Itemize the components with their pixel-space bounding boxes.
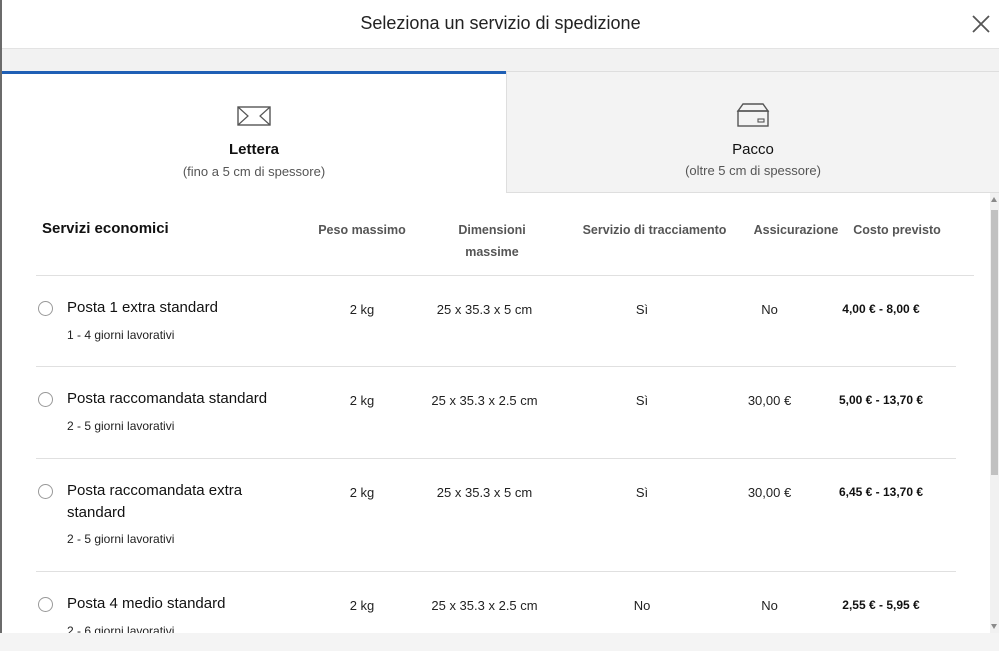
- close-icon[interactable]: [969, 12, 993, 36]
- tab-parcel-label: Pacco: [732, 141, 774, 158]
- box-icon: [735, 102, 771, 133]
- service-tracking: Sì: [635, 393, 649, 408]
- service-insurance: No: [761, 302, 778, 317]
- service-delivery-days: 2 - 5 giorni lavorativi: [67, 419, 175, 433]
- service-cost: 6,45 € - 13,70 €: [838, 485, 924, 499]
- service-cost: 5,00 € - 13,70 €: [838, 393, 924, 407]
- header-dimensions-line1: Dimensioni: [458, 223, 526, 237]
- content-scrollbar[interactable]: [990, 193, 999, 633]
- table-row[interactable]: Posta raccomandata standard 2 - 5 giorni…: [2, 367, 992, 459]
- scroll-up-icon[interactable]: [991, 197, 997, 202]
- envelope-icon: [236, 104, 272, 133]
- header-divider-strip: [2, 49, 999, 71]
- dialog-bottom-bar: [0, 633, 999, 651]
- header-cost: Costo previsto: [853, 223, 941, 237]
- service-tracking: No: [633, 598, 651, 613]
- dialog-title: Seleziona un servizio di spedizione: [360, 13, 641, 33]
- section-title: Servizi economici: [42, 220, 169, 237]
- service-insurance: 30,00 €: [747, 485, 792, 500]
- tab-letter-label: Lettera: [228, 141, 280, 158]
- service-tracking: Sì: [635, 302, 649, 317]
- service-name-line2: standard: [67, 504, 126, 521]
- service-weight: 2 kg: [349, 302, 375, 317]
- header-tracking: Servizio di tracciamento: [582, 223, 727, 237]
- services-table: Servizi economici Peso massimo Dimension…: [2, 193, 992, 651]
- service-dimensions: 25 x 35.3 x 5 cm: [436, 485, 533, 500]
- scroll-thumb[interactable]: [991, 210, 998, 475]
- service-name: Posta raccomandata extra: [67, 482, 243, 499]
- service-dimensions: 25 x 35.3 x 5 cm: [436, 302, 533, 317]
- service-dimensions: 25 x 35.3 x 2.5 cm: [431, 393, 538, 408]
- service-radio[interactable]: [38, 301, 53, 316]
- service-radio[interactable]: [38, 392, 53, 407]
- scroll-down-icon[interactable]: [991, 624, 997, 629]
- header-dimensions-line2: massime: [465, 245, 519, 259]
- service-radio[interactable]: [38, 484, 53, 499]
- service-name: Posta 4 medio standard: [67, 595, 226, 612]
- service-cost: 2,55 € - 5,95 €: [842, 598, 920, 612]
- service-insurance: 30,00 €: [747, 393, 792, 408]
- dialog-header: Seleziona un servizio di spedizione: [2, 0, 999, 49]
- service-dimensions: 25 x 35.3 x 2.5 cm: [431, 598, 538, 613]
- package-type-tabs: Lettera (fino a 5 cm di spessore) Pacco …: [2, 71, 999, 193]
- service-cost: 4,00 € - 8,00 €: [842, 302, 920, 316]
- table-row[interactable]: Posta 1 extra standard 1 - 4 giorni lavo…: [2, 276, 992, 367]
- header-weight: Peso massimo: [318, 223, 406, 237]
- tab-letter[interactable]: Lettera (fino a 5 cm di spessore): [2, 71, 506, 193]
- table-row[interactable]: Posta raccomandata extra standard 2 - 5 …: [2, 458, 992, 572]
- tab-parcel[interactable]: Pacco (oltre 5 cm di spessore): [506, 71, 999, 193]
- tab-parcel-subtitle: (oltre 5 cm di spessore): [685, 163, 821, 178]
- service-insurance: No: [761, 598, 778, 613]
- service-weight: 2 kg: [349, 485, 375, 500]
- service-name: Posta raccomandata standard: [67, 390, 268, 407]
- service-radio[interactable]: [38, 597, 53, 612]
- service-weight: 2 kg: [349, 393, 375, 408]
- service-name: Posta 1 extra standard: [67, 299, 218, 316]
- service-weight: 2 kg: [349, 598, 375, 613]
- tab-letter-subtitle: (fino a 5 cm di spessore): [182, 164, 326, 179]
- shipping-service-dialog: Seleziona un servizio di spedizione Lett…: [2, 0, 999, 651]
- header-insurance: Assicurazione: [753, 223, 839, 237]
- service-tracking: Sì: [635, 485, 649, 500]
- service-delivery-days: 2 - 5 giorni lavorativi: [67, 532, 175, 546]
- service-delivery-days: 1 - 4 giorni lavorativi: [67, 328, 175, 342]
